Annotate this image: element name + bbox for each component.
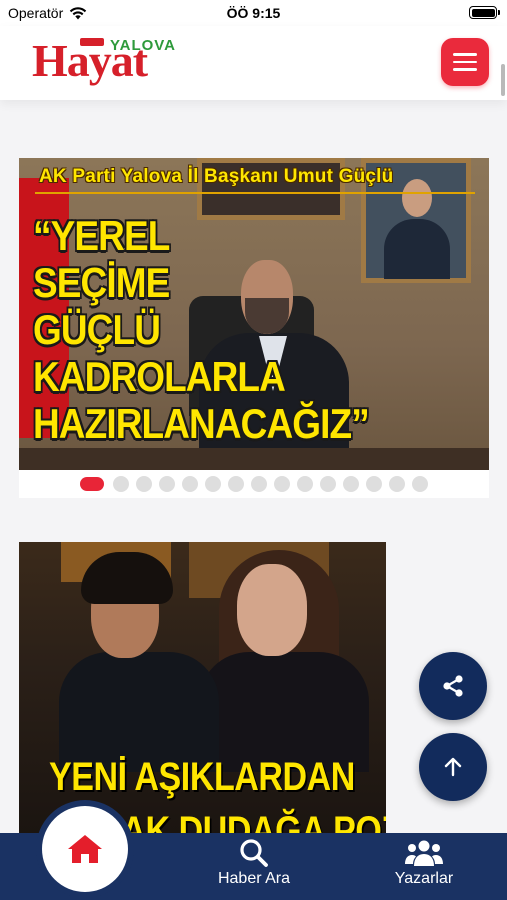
slider-dot[interactable] — [366, 476, 382, 492]
slider-dot[interactable] — [412, 476, 428, 492]
slider-dot[interactable] — [113, 476, 129, 492]
search-icon — [240, 839, 268, 867]
clock: ÖÖ 9:15 — [226, 5, 281, 21]
tab-writers[interactable]: Yazarlar — [380, 838, 468, 888]
tab-writers-label: Yazarlar — [394, 870, 454, 887]
users-icon — [405, 840, 443, 866]
slider-dot-active[interactable] — [80, 477, 104, 491]
slider-dot[interactable] — [320, 476, 336, 492]
slider-dot[interactable] — [274, 476, 290, 492]
slider-pagination — [19, 470, 489, 498]
scroll-indicator — [501, 64, 505, 96]
share-icon — [443, 675, 463, 697]
slider-dot[interactable] — [343, 476, 359, 492]
status-bar: Operatör ÖÖ 9:15 — [0, 0, 507, 26]
scroll-to-top-button[interactable] — [419, 733, 487, 801]
logo-brand-text: Hayat — [32, 35, 148, 86]
featured-slider[interactable]: AK Parti Yalova İl Başkanı Umut Güçlü “Y… — [19, 158, 489, 498]
app-header: YALOVA Hayat — [0, 26, 507, 100]
news-card[interactable]: YENİ AŞIKLARDAN DUDAK DUDAĞA POZ — [19, 542, 386, 842]
arrow-up-icon — [444, 757, 462, 777]
tab-home[interactable] — [42, 806, 128, 892]
slider-dot[interactable] — [251, 476, 267, 492]
slider-dot[interactable] — [205, 476, 221, 492]
hamburger-icon — [453, 53, 477, 56]
slider-dot[interactable] — [228, 476, 244, 492]
slider-dot[interactable] — [182, 476, 198, 492]
slide-headline: “YEREL SEÇİME GÜÇLÜ KADROLARLA HAZIRLANA… — [33, 212, 370, 447]
slider-dot[interactable] — [297, 476, 313, 492]
slide-subtitle: AK Parti Yalova İl Başkanı Umut Güçlü — [39, 166, 394, 187]
slide-image[interactable]: AK Parti Yalova İl Başkanı Umut Güçlü “Y… — [19, 158, 489, 470]
slider-dot[interactable] — [159, 476, 175, 492]
slider-dot[interactable] — [136, 476, 152, 492]
desk-graphic — [19, 448, 489, 470]
slider-dot[interactable] — [389, 476, 405, 492]
tab-search[interactable]: Haber Ara — [210, 838, 298, 888]
battery-icon — [469, 6, 500, 19]
home-icon — [68, 835, 102, 863]
menu-button[interactable] — [441, 38, 489, 86]
share-button[interactable] — [419, 652, 487, 720]
tab-search-label: Haber Ara — [217, 870, 291, 887]
site-logo[interactable]: YALOVA Hayat — [30, 34, 205, 94]
